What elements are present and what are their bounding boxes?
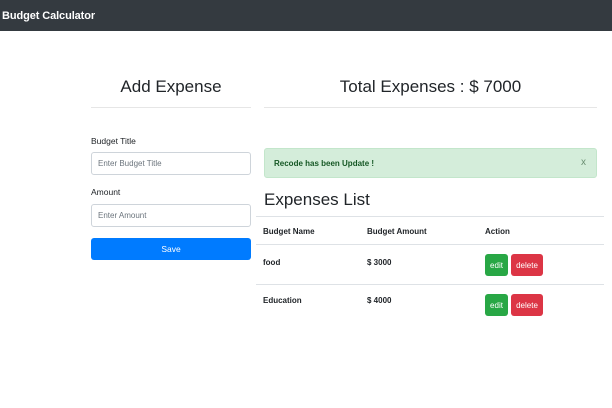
delete-button[interactable]: delete: [511, 294, 543, 316]
expense-name: food: [263, 258, 281, 267]
alert-message: Recode has been Update !: [274, 158, 375, 168]
save-button[interactable]: Save: [91, 238, 251, 260]
close-icon[interactable]: x: [581, 157, 586, 168]
column-header-action: Action: [485, 227, 510, 236]
edit-button[interactable]: edit: [485, 294, 508, 316]
expense-amount: $ 4000: [367, 296, 392, 305]
budget-title-label: Budget Title: [91, 136, 136, 146]
table-header-row: Budget Name Budget Amount Action: [256, 216, 604, 244]
navbar: Budget Calculator: [0, 0, 612, 31]
total-expenses-heading: Total Expenses : $ 7000: [339, 77, 522, 96]
table-row: Education $ 4000 edit delete: [256, 284, 604, 324]
table-row: food $ 3000 edit delete: [256, 244, 604, 284]
add-expense-heading: Add Expense: [120, 77, 222, 96]
expenses-list-title: Expenses List: [264, 190, 370, 209]
amount-input[interactable]: [91, 204, 251, 227]
success-alert: Recode has been Update ! x: [264, 148, 597, 178]
expense-amount: $ 3000: [367, 258, 392, 267]
amount-label: Amount: [91, 187, 121, 197]
brand-title[interactable]: Budget Calculator: [2, 10, 95, 22]
edit-button[interactable]: edit: [485, 254, 508, 276]
expense-name: Education: [263, 296, 302, 305]
delete-button[interactable]: delete: [511, 254, 543, 276]
total-divider: [264, 107, 597, 108]
form-divider: [91, 107, 251, 108]
column-header-name: Budget Name: [263, 227, 315, 236]
column-header-amount: Budget Amount: [367, 227, 427, 236]
budget-title-input[interactable]: [91, 152, 251, 175]
